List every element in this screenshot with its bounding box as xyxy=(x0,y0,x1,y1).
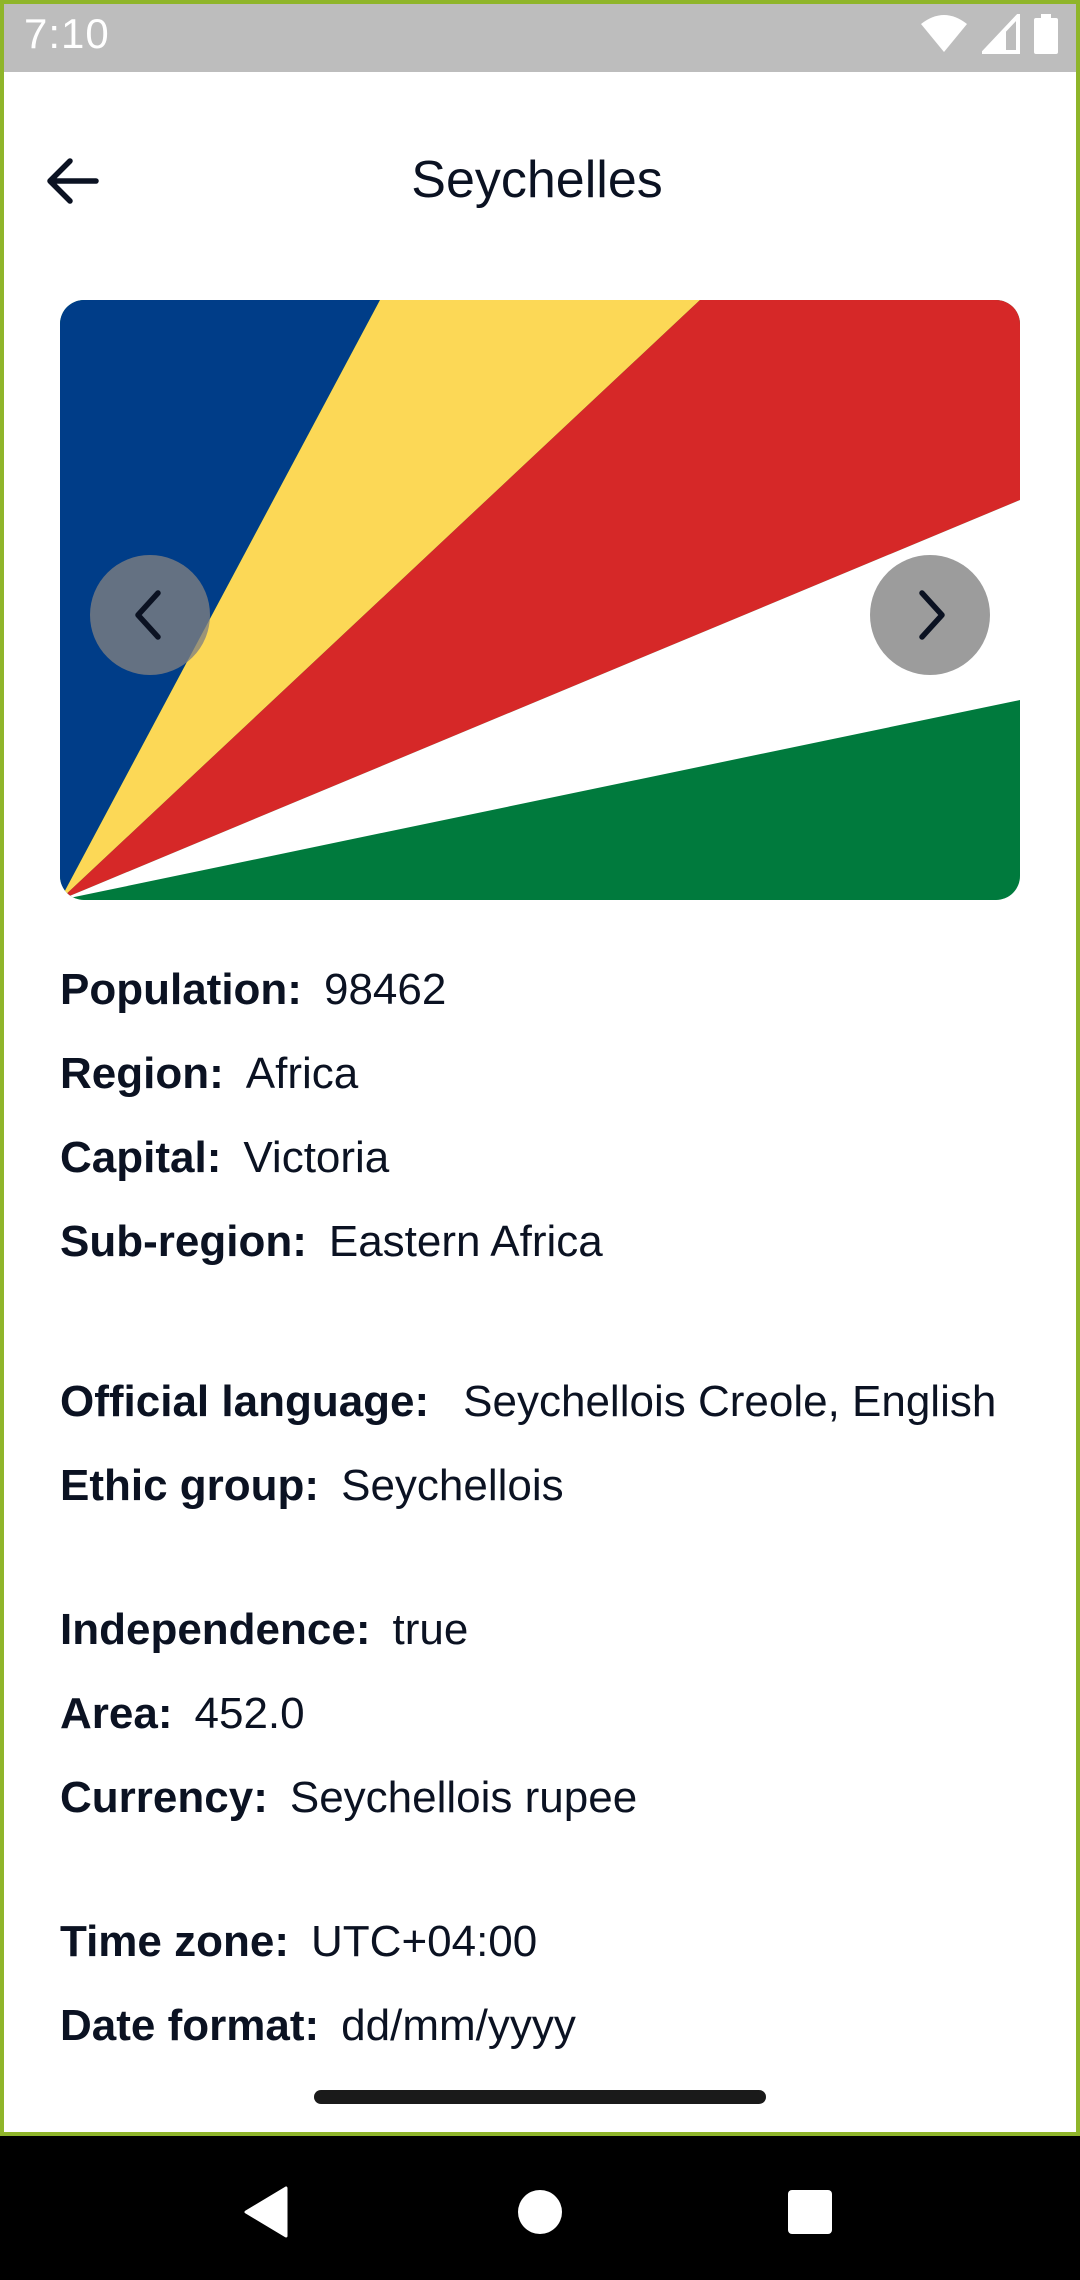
subregion-label: Sub-region: xyxy=(60,1217,307,1266)
capital-value: Victoria xyxy=(243,1133,390,1182)
battery-icon xyxy=(1034,14,1058,54)
time-zone-value: UTC+04:00 xyxy=(311,1917,538,1966)
time-zone-row: Time zone: UTC+04:00 xyxy=(60,1912,537,1972)
square-recents-icon xyxy=(788,2190,832,2234)
independence-row: Independence: true xyxy=(60,1600,468,1660)
population-value: 98462 xyxy=(323,965,447,1014)
independence-value: true xyxy=(392,1605,469,1654)
independence-label: Independence: xyxy=(60,1605,371,1654)
triangle-back-icon xyxy=(244,2186,288,2238)
area-label: Area: xyxy=(60,1689,173,1738)
system-home-button[interactable] xyxy=(500,2172,580,2252)
date-format-value: dd/mm/yyyy xyxy=(341,2001,576,2050)
date-format-row: Date format: dd/mm/yyyy xyxy=(60,1996,576,2056)
cellular-signal-icon xyxy=(982,14,1020,54)
subregion-value: Eastern Africa xyxy=(328,1217,603,1266)
next-image-button[interactable] xyxy=(870,555,990,675)
official-language-value: Seychellois Creole, English xyxy=(463,1377,997,1426)
system-navigation-bar xyxy=(0,2136,1080,2280)
official-language-row: Official language: Seychellois Creole, En… xyxy=(60,1372,996,1432)
population-row: Population: 98462 xyxy=(60,960,446,1020)
capital-label: Capital: xyxy=(60,1133,222,1182)
home-indicator[interactable] xyxy=(314,2090,766,2104)
ethnic-group-value: Seychellois xyxy=(341,1461,564,1510)
wifi-icon xyxy=(921,15,967,52)
region-label: Region: xyxy=(60,1049,224,1098)
population-label: Population: xyxy=(60,965,302,1014)
system-recents-button[interactable] xyxy=(770,2172,850,2252)
date-format-label: Date format: xyxy=(60,2001,320,2050)
region-row: Region: Africa xyxy=(60,1044,358,1104)
ethnic-group-row: Ethic group: Seychellois xyxy=(60,1456,564,1516)
currency-value: Seychellois rupee xyxy=(289,1773,638,1822)
status-icons xyxy=(920,14,1058,54)
region-value: Africa xyxy=(245,1049,359,1098)
page-title: Seychelles xyxy=(411,151,663,209)
subregion-row: Sub-region: Eastern Africa xyxy=(60,1212,603,1272)
previous-image-button[interactable] xyxy=(90,555,210,675)
official-language-label: Official language: xyxy=(60,1377,430,1426)
ethnic-group-label: Ethic group: xyxy=(60,1461,320,1510)
system-back-button[interactable] xyxy=(226,2172,306,2252)
status-time: 7:10 xyxy=(24,10,110,57)
top-app-bar: Seychelles xyxy=(0,120,1080,240)
capital-row: Capital: Victoria xyxy=(60,1128,389,1188)
currency-label: Currency: xyxy=(60,1773,268,1822)
area-row: Area: 452.0 xyxy=(60,1684,305,1744)
circle-home-icon xyxy=(518,2190,562,2234)
area-value: 452.0 xyxy=(194,1689,305,1738)
currency-row: Currency: Seychellois rupee xyxy=(60,1768,637,1828)
time-zone-label: Time zone: xyxy=(60,1917,290,1966)
status-bar: 7:10 xyxy=(0,0,1080,72)
chevron-right-icon xyxy=(919,590,945,640)
chevron-left-icon xyxy=(135,590,161,640)
